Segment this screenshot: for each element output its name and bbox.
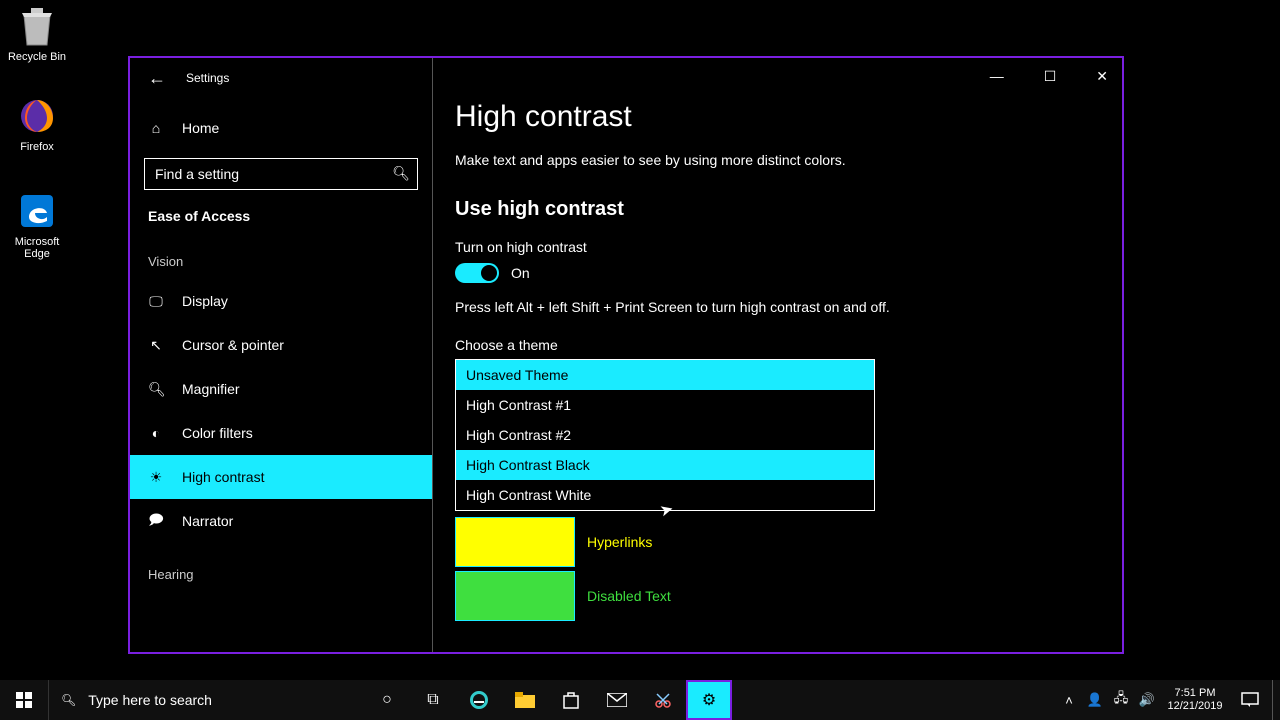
tray-chevron-up-icon[interactable]: ˄: [1058, 693, 1080, 708]
settings-window: ← Settings ⌂ Home 🔍︎ Ease of Access Visi…: [128, 56, 1124, 654]
close-button[interactable]: ✕: [1088, 64, 1116, 89]
taskbar-app-edge[interactable]: [456, 680, 502, 720]
main-content: — ☐ ✕ High contrast Make text and apps e…: [433, 58, 1122, 652]
choose-theme-label: Choose a theme: [455, 337, 1100, 353]
taskbar: 🔍︎ ○ ⧉ ⚙ ˄ 👤 🖧 🔊 7:51 PM 12/21/2019: [0, 680, 1280, 720]
hyperlinks-color-swatch[interactable]: [455, 517, 575, 567]
display-icon: 🖵: [148, 293, 164, 310]
recycle-bin-icon: [16, 5, 58, 47]
narrator-icon: 🗩: [148, 509, 164, 533]
color-filters-icon: ◐: [148, 425, 164, 441]
disabled-text-label: Disabled Text: [587, 588, 671, 604]
sidebar-subhead-vision: Vision: [130, 230, 432, 279]
theme-option-unsaved[interactable]: Unsaved Theme: [456, 360, 874, 390]
taskbar-app-explorer[interactable]: [502, 680, 548, 720]
show-desktop-button[interactable]: [1272, 680, 1280, 720]
sidebar-item-magnifier[interactable]: 🔍︎ Magnifier: [130, 367, 432, 411]
tray-volume-icon[interactable]: 🔊: [1136, 692, 1158, 708]
start-button[interactable]: [0, 680, 48, 720]
taskbar-app-mail[interactable]: [594, 680, 640, 720]
toggle-state: On: [511, 265, 530, 281]
home-icon: ⌂: [148, 120, 164, 136]
maximize-button[interactable]: ☐: [1036, 64, 1065, 89]
desktop-icon-firefox[interactable]: Firefox: [2, 95, 72, 153]
task-view-button[interactable]: ⧉: [410, 680, 456, 720]
sidebar-home-label: Home: [182, 120, 219, 136]
firefox-icon: [16, 95, 58, 137]
sidebar-item-label: Narrator: [182, 513, 233, 529]
sidebar-item-label: Cursor & pointer: [182, 337, 284, 353]
edge-icon: [16, 190, 58, 232]
sidebar-item-cursor[interactable]: ↖ Cursor & pointer: [130, 323, 432, 367]
taskbar-search[interactable]: 🔍︎: [48, 680, 364, 720]
hyperlinks-label: Hyperlinks: [587, 534, 652, 550]
high-contrast-toggle[interactable]: [455, 263, 499, 283]
disabled-text-color-swatch[interactable]: [455, 571, 575, 621]
tray-network-icon[interactable]: 🖧: [1110, 689, 1132, 711]
action-center-button[interactable]: [1228, 680, 1272, 720]
sidebar-item-label: High contrast: [182, 469, 264, 485]
desktop-icon-label: Microsoft Edge: [2, 236, 72, 260]
page-subtitle: Make text and apps easier to see by usin…: [455, 152, 1100, 168]
sidebar-item-display[interactable]: 🖵 Display: [130, 279, 432, 323]
sidebar-category: Ease of Access: [130, 194, 432, 230]
cortana-button[interactable]: ○: [364, 680, 410, 720]
taskbar-app-settings[interactable]: ⚙: [686, 680, 732, 720]
sidebar-item-label: Magnifier: [182, 381, 240, 397]
high-contrast-icon: ☀: [148, 469, 164, 486]
theme-option-hc-white[interactable]: High Contrast White: [456, 480, 874, 510]
clock-date: 12/21/2019: [1167, 700, 1222, 713]
clock-time: 7:51 PM: [1175, 687, 1216, 700]
sidebar-home[interactable]: ⌂ Home: [130, 108, 432, 148]
sidebar-item-label: Display: [182, 293, 228, 309]
desktop-icon-label: Firefox: [2, 141, 72, 153]
taskbar-clock[interactable]: 7:51 PM 12/21/2019: [1162, 680, 1228, 720]
magnifier-icon: 🔍︎: [148, 381, 164, 398]
theme-dropdown[interactable]: Unsaved Theme High Contrast #1 High Cont…: [455, 359, 875, 511]
section-heading: Use high contrast: [455, 198, 1100, 221]
cursor-icon: ↖: [148, 337, 164, 354]
search-input[interactable]: [144, 158, 418, 190]
sidebar-item-label: Color filters: [182, 425, 253, 441]
taskbar-app-snip[interactable]: [640, 680, 686, 720]
sidebar: ← Settings ⌂ Home 🔍︎ Ease of Access Visi…: [130, 58, 433, 652]
desktop-icon-edge[interactable]: Microsoft Edge: [2, 190, 72, 260]
desktop-icon-label: Recycle Bin: [2, 51, 72, 63]
app-title: Settings: [186, 71, 229, 85]
theme-option-hc-black[interactable]: High Contrast Black: [456, 450, 874, 480]
theme-option-hc2[interactable]: High Contrast #2: [456, 420, 874, 450]
back-button[interactable]: ←: [148, 68, 166, 89]
minimize-button[interactable]: —: [982, 64, 1012, 89]
taskbar-search-input[interactable]: [88, 692, 338, 708]
desktop-icon-recycle-bin[interactable]: Recycle Bin: [2, 5, 72, 63]
search-icon: 🔍︎: [61, 693, 76, 707]
sidebar-subhead-hearing: Hearing: [130, 543, 432, 592]
taskbar-app-store[interactable]: [548, 680, 594, 720]
toggle-label: Turn on high contrast: [455, 239, 1100, 255]
tray-people-icon[interactable]: 👤: [1084, 692, 1106, 708]
theme-option-hc1[interactable]: High Contrast #1: [456, 390, 874, 420]
sidebar-item-color-filters[interactable]: ◐ Color filters: [130, 411, 432, 455]
sidebar-item-narrator[interactable]: 🗩 Narrator: [130, 499, 432, 543]
shortcut-hint: Press left Alt + left Shift + Print Scre…: [455, 299, 1100, 315]
page-title: High contrast: [455, 100, 1100, 134]
system-tray: ˄ 👤 🖧 🔊: [1054, 680, 1162, 720]
sidebar-item-high-contrast[interactable]: ☀ High contrast: [130, 455, 432, 499]
